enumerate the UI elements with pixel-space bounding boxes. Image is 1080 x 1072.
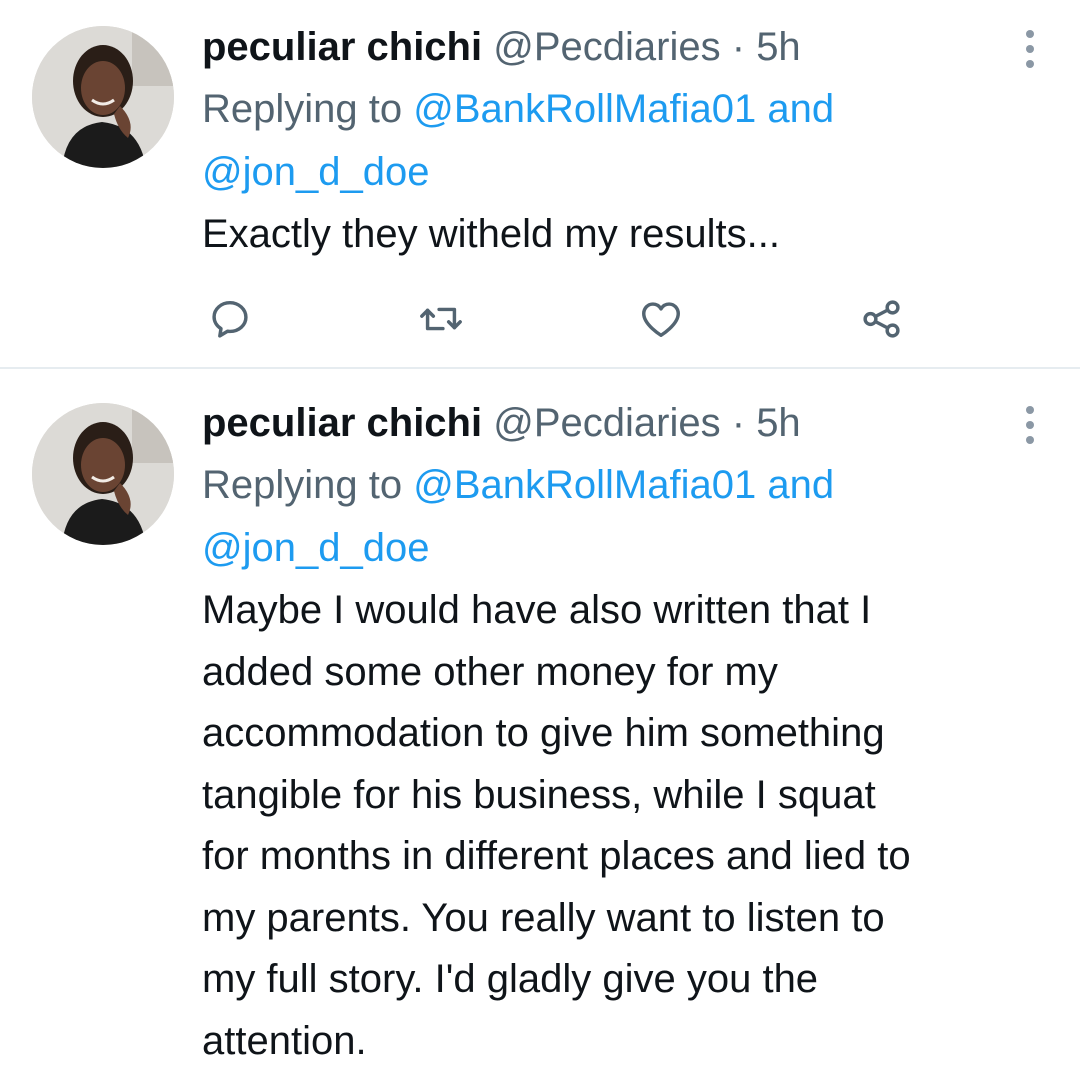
replying-to: Replying to @BankRollMafia01 and @jon_d_… — [202, 454, 1010, 580]
tweet-actions — [204, 294, 904, 344]
more-options-icon[interactable] — [1024, 406, 1036, 444]
tweet-text-line: for months in different places and lied … — [202, 826, 1010, 888]
separator-dot: · — [732, 401, 745, 445]
replying-to: Replying to @BankRollMafia01 and @jon_d_… — [202, 78, 1010, 204]
mention-link[interactable]: @jon_d_doe — [202, 526, 429, 570]
tweet-text-line: added some other money for my — [202, 642, 1010, 704]
tweet-text-line: tangible for his business, while I squat — [202, 765, 1010, 827]
replying-to-label: Replying to — [202, 87, 402, 131]
tweet-text-line: attention. — [202, 1011, 1010, 1072]
replying-to-label: Replying to — [202, 463, 402, 507]
tweet-text-line: my parents. You really want to listen to — [202, 888, 1010, 950]
mention-link[interactable]: @BankRollMafia01 — [413, 87, 756, 131]
avatar-photo — [32, 26, 174, 168]
mention-link[interactable]: @jon_d_doe — [202, 150, 429, 194]
tweet-content: peculiar chichi @Pecdiaries · 5h Replyin… — [202, 392, 1010, 1072]
author-handle[interactable]: @Pecdiaries — [493, 25, 720, 69]
avatar[interactable] — [32, 26, 174, 168]
tweet-header: peculiar chichi @Pecdiaries · 5h — [202, 392, 1010, 454]
author-handle[interactable]: @Pecdiaries — [493, 401, 720, 445]
reply-button[interactable] — [204, 294, 256, 344]
share-button[interactable] — [856, 294, 908, 344]
like-button[interactable] — [635, 294, 687, 344]
avatar[interactable] — [32, 403, 174, 545]
tweet-text: Maybe I would have also written that I a… — [202, 580, 1010, 1072]
retweet-button[interactable] — [415, 294, 467, 344]
timestamp[interactable]: 5h — [756, 401, 801, 445]
mention-conjunction[interactable]: and — [767, 463, 834, 507]
tweet-text-line: accommodation to give him something — [202, 703, 1010, 765]
mention-link[interactable]: @BankRollMafia01 — [413, 463, 756, 507]
like-icon — [638, 296, 684, 342]
tweet-1[interactable]: peculiar chichi @Pecdiaries · 5h Replyin… — [0, 0, 1080, 369]
author-name[interactable]: peculiar chichi — [202, 401, 482, 445]
retweet-icon — [418, 296, 464, 342]
tweet-text-line: my full story. I'd gladly give you the — [202, 949, 1010, 1011]
timestamp[interactable]: 5h — [756, 25, 801, 69]
author-name[interactable]: peculiar chichi — [202, 25, 482, 69]
tweet-text: Exactly they witheld my results... — [202, 204, 1010, 266]
tweet-text-line: Maybe I would have also written that I — [202, 580, 1010, 642]
avatar-photo — [32, 403, 174, 545]
reply-icon — [207, 296, 253, 342]
tweet-header: peculiar chichi @Pecdiaries · 5h — [202, 16, 1010, 78]
tweet-2[interactable]: peculiar chichi @Pecdiaries · 5h Replyin… — [0, 369, 1080, 1065]
share-icon — [859, 296, 905, 342]
separator-dot: · — [732, 25, 745, 69]
more-options-icon[interactable] — [1024, 30, 1036, 68]
tweet-content: peculiar chichi @Pecdiaries · 5h Replyin… — [202, 16, 1010, 266]
mention-conjunction[interactable]: and — [767, 87, 834, 131]
